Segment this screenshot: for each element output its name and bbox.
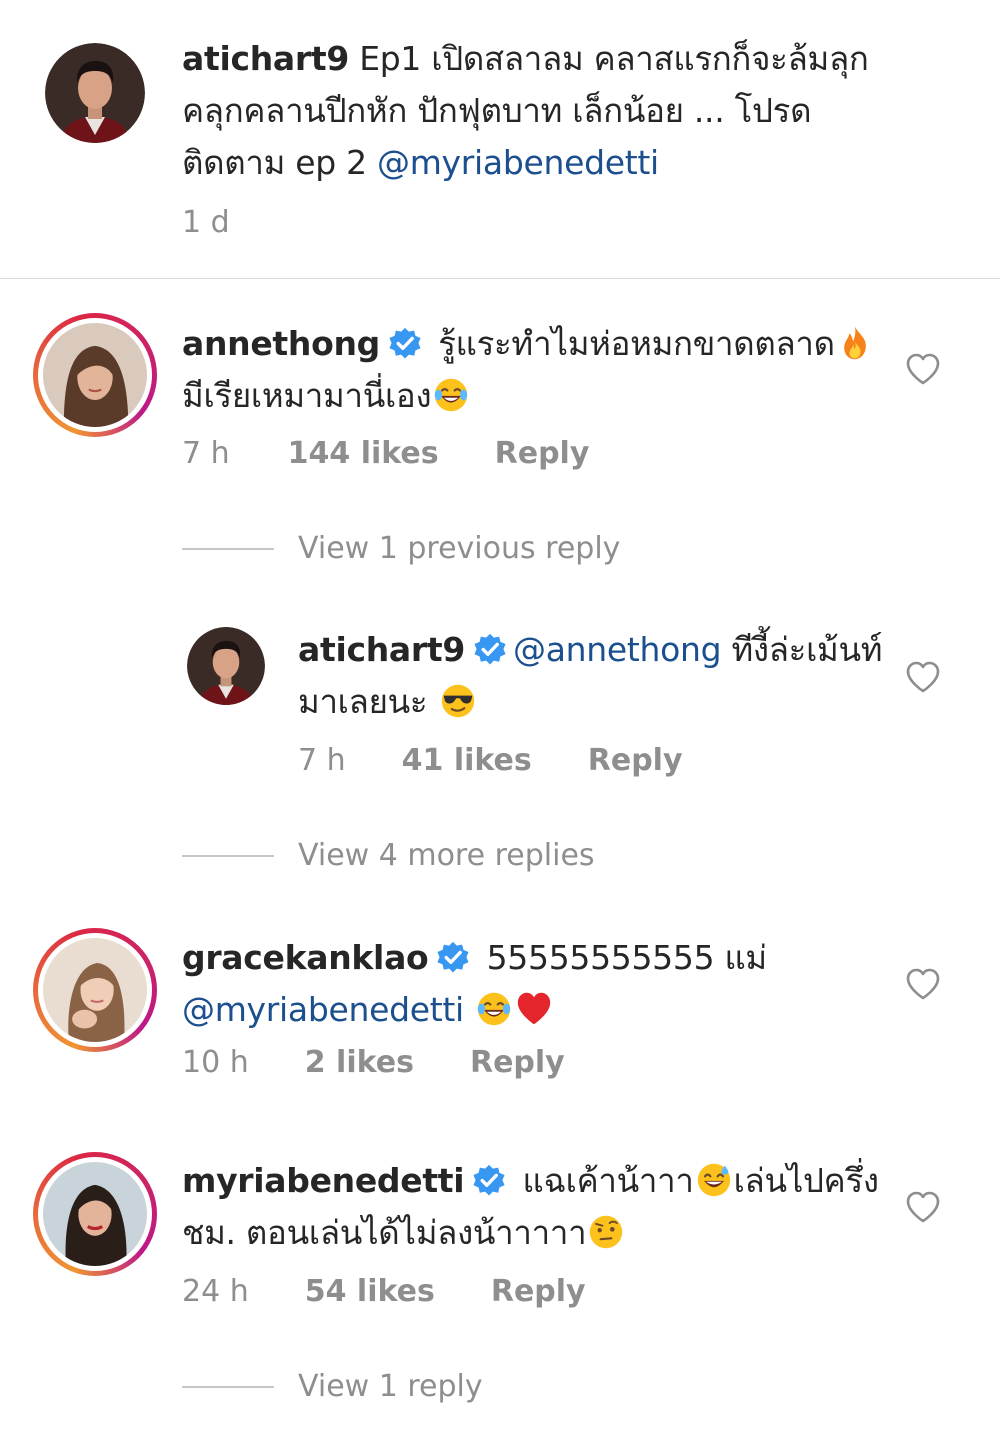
reply-mention[interactable]: @annethong <box>513 630 722 669</box>
raised-eyebrow-emoji-icon <box>588 1214 624 1250</box>
verified-badge-icon <box>436 941 470 975</box>
comment-text: รู้แระทำไมห่อหมกขาดตลาด <box>428 324 835 363</box>
comment-username[interactable]: annethong <box>182 324 380 363</box>
view-replies-line <box>182 855 274 857</box>
comment-meta: 7 h 144 likes Reply <box>182 436 589 471</box>
verified-badge-icon <box>388 327 422 361</box>
comment-time: 24 h <box>182 1274 249 1309</box>
reply-meta: 7 h 41 likes Reply <box>298 743 683 778</box>
comment-likes[interactable]: 54 likes <box>305 1274 435 1309</box>
like-heart-icon[interactable] <box>905 352 941 386</box>
avatar-atichart9[interactable] <box>45 43 145 143</box>
comment-meta: 10 h 2 likes Reply <box>182 1045 565 1080</box>
reply-button[interactable]: Reply <box>588 743 683 778</box>
sunglasses-emoji-icon <box>440 683 476 719</box>
like-heart-icon[interactable] <box>905 660 941 694</box>
comment-time: 10 h <box>182 1045 249 1080</box>
avatar-image <box>45 43 145 143</box>
reply-button[interactable]: Reply <box>495 436 590 471</box>
comment-meta: 24 h 54 likes Reply <box>182 1274 586 1309</box>
fire-emoji-icon <box>837 325 873 361</box>
caption-time: 1 d <box>182 205 230 240</box>
tears-of-joy-emoji-icon <box>476 991 512 1027</box>
reply-username[interactable]: atichart9 <box>298 630 465 669</box>
reply-button[interactable]: Reply <box>470 1045 565 1080</box>
comment-text: 55555555555 แม่ <box>476 938 768 977</box>
tears-of-joy-emoji-icon <box>433 377 469 413</box>
comment-text: แฉเค้าน้าาา <box>512 1161 694 1200</box>
comment-annethong: annethong รู้แระทำไมห่อหมกขาดตลาด มีเรีย… <box>182 318 902 422</box>
avatar-image <box>43 323 147 427</box>
reply-button[interactable]: Reply <box>491 1274 586 1309</box>
view-replies-line <box>182 1386 274 1388</box>
comment-myriabenedetti: myriabenedetti แฉเค้าน้าาา เล่นไปครึ่งชม.… <box>182 1155 902 1259</box>
verified-badge-icon <box>473 633 507 667</box>
reply-atichart9: atichart9 @annethong ทีงี้ล่ะเม้นท์มาเลยน… <box>298 624 898 728</box>
comment-time: 7 h <box>182 436 230 471</box>
comment-username[interactable]: myriabenedetti <box>182 1161 465 1200</box>
caption-divider <box>0 278 1000 279</box>
like-heart-icon[interactable] <box>905 1190 941 1224</box>
comment-mention[interactable]: @myriabenedetti <box>182 990 464 1029</box>
comment-likes[interactable]: 144 likes <box>288 436 439 471</box>
avatar-myriabenedetti[interactable] <box>33 1152 157 1276</box>
caption-username[interactable]: atichart9 <box>182 39 349 78</box>
comment-username[interactable]: gracekanklao <box>182 938 429 977</box>
view-replies-line <box>182 548 274 550</box>
view-previous-reply-link[interactable]: View 1 previous reply <box>298 531 620 566</box>
like-heart-icon[interactable] <box>905 967 941 1001</box>
reply-time: 7 h <box>298 743 346 778</box>
avatar-image <box>43 1162 147 1266</box>
caption-meta: 1 d <box>182 205 230 240</box>
avatar-atichart9-reply[interactable] <box>187 627 265 705</box>
comment-likes[interactable]: 2 likes <box>305 1045 414 1080</box>
view-one-reply-link[interactable]: View 1 reply <box>298 1369 483 1404</box>
caption-mention[interactable]: @myriabenedetti <box>377 143 659 182</box>
avatar-gracekanklao[interactable] <box>33 928 157 1052</box>
comment-gracekanklao: gracekanklao 55555555555 แม่ @myriabened… <box>182 932 902 1036</box>
avatar-annethong[interactable] <box>33 313 157 437</box>
verified-badge-icon <box>472 1164 506 1198</box>
reply-likes[interactable]: 41 likes <box>402 743 532 778</box>
comment-text-2: มีเรียเหมามานี่เอง <box>182 376 432 415</box>
avatar-image <box>187 627 265 705</box>
red-heart-emoji-icon <box>516 991 552 1027</box>
view-more-replies-link[interactable]: View 4 more replies <box>298 838 595 873</box>
sweat-smile-emoji-icon <box>696 1162 732 1198</box>
caption-text: atichart9 Ep1 เปิดสลาลม คลาสแรกก็จะล้มลุ… <box>182 33 902 189</box>
avatar-image <box>43 938 147 1042</box>
